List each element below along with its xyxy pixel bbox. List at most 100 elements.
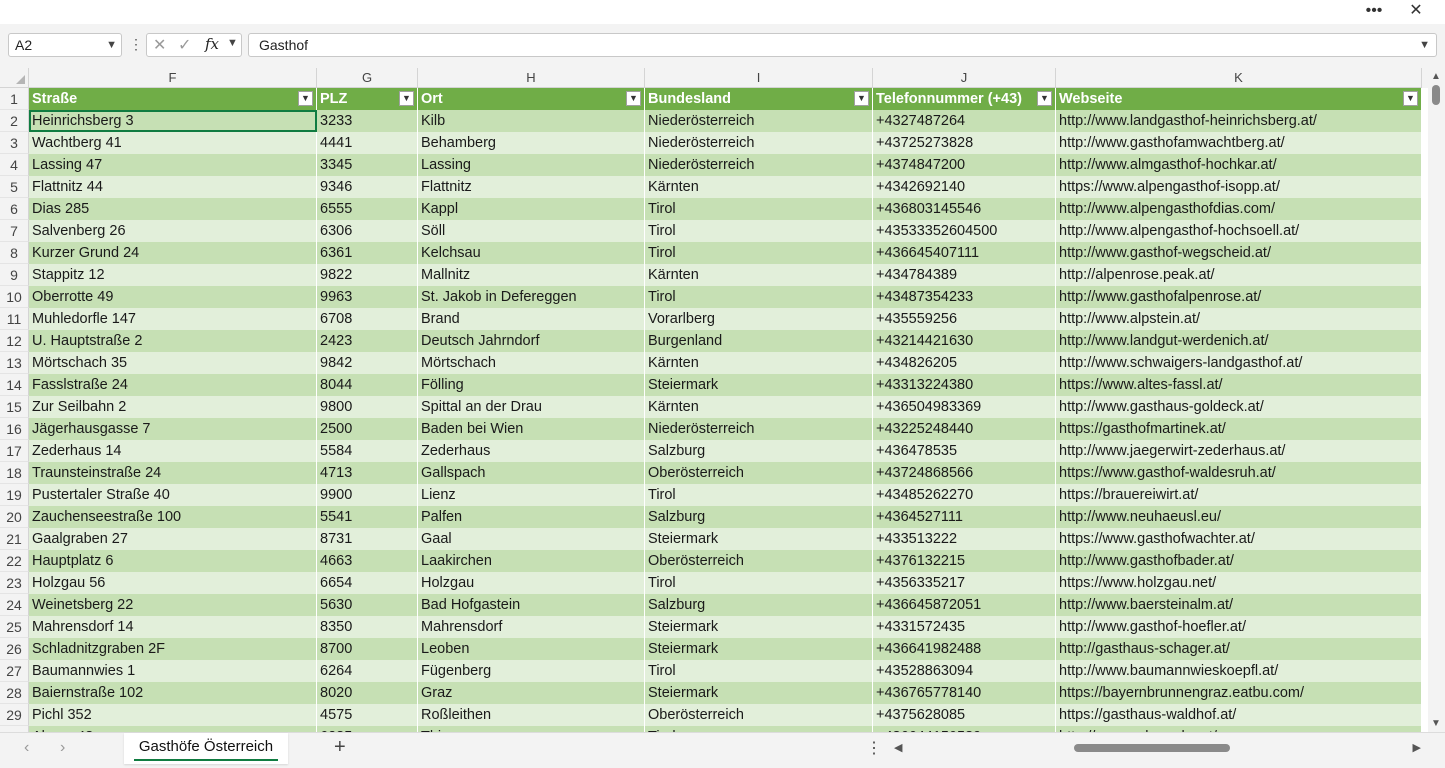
cell-plz[interactable]: 9800 bbox=[317, 396, 418, 418]
cell-telefon[interactable]: +43533352604500 bbox=[873, 220, 1056, 242]
cell-webseite[interactable]: http://www.gasthaus-goldeck.at/ bbox=[1056, 396, 1422, 418]
cell-strasse[interactable]: Hauptplatz 6 bbox=[29, 550, 317, 572]
cell-webseite[interactable]: http://alpenrose.peak.at/ bbox=[1056, 264, 1422, 286]
cell-strasse[interactable]: Oberrotte 49 bbox=[29, 286, 317, 308]
header-cell-webseite[interactable]: Webseite ▼ bbox=[1056, 88, 1422, 110]
cell-telefon[interactable]: +4376132215 bbox=[873, 550, 1056, 572]
row-header[interactable]: 12 bbox=[0, 330, 29, 352]
chevron-left-icon[interactable]: ‹ bbox=[24, 739, 29, 757]
cell-ort[interactable]: Gallspach bbox=[418, 462, 645, 484]
cell-telefon[interactable]: +43528863094 bbox=[873, 660, 1056, 682]
cell-webseite[interactable]: https://gasthaus-waldhof.at/ bbox=[1056, 704, 1422, 726]
cell-ort[interactable]: Mörtschach bbox=[418, 352, 645, 374]
cell-telefon[interactable]: +4375628085 bbox=[873, 704, 1056, 726]
cell-strasse[interactable]: Gaalgraben 27 bbox=[29, 528, 317, 550]
cell-webseite[interactable]: http://www.gasthof-wegscheid.at/ bbox=[1056, 242, 1422, 264]
cell-plz[interactable]: 9822 bbox=[317, 264, 418, 286]
cell-telefon[interactable]: +43725273828 bbox=[873, 132, 1056, 154]
cell-webseite[interactable]: https://www.holzgau.net/ bbox=[1056, 572, 1422, 594]
row-header[interactable]: 18 bbox=[0, 462, 29, 484]
cell-strasse[interactable]: Traunsteinstraße 24 bbox=[29, 462, 317, 484]
cell-webseite[interactable]: https://www.alpengasthof-isopp.at/ bbox=[1056, 176, 1422, 198]
header-cell-bundesland[interactable]: Bundesland ▼ bbox=[645, 88, 873, 110]
cell-plz[interactable]: 9963 bbox=[317, 286, 418, 308]
row-header[interactable]: 11 bbox=[0, 308, 29, 330]
cell-strasse[interactable]: Zur Seilbahn 2 bbox=[29, 396, 317, 418]
cell-plz[interactable]: 6654 bbox=[317, 572, 418, 594]
cell-webseite[interactable]: http://www.alpstein.at/ bbox=[1056, 308, 1422, 330]
cell-plz[interactable]: 6555 bbox=[317, 198, 418, 220]
header-cell-plz[interactable]: PLZ ▼ bbox=[317, 88, 418, 110]
cell-telefon[interactable]: +4356335217 bbox=[873, 572, 1056, 594]
cell-ort[interactable]: Baden bei Wien bbox=[418, 418, 645, 440]
cell-ort[interactable]: Roßleithen bbox=[418, 704, 645, 726]
cell-bundesland[interactable]: Niederösterreich bbox=[645, 154, 873, 176]
cell-bundesland[interactable]: Tirol bbox=[645, 484, 873, 506]
column-header-k[interactable]: K bbox=[1056, 68, 1422, 88]
row-header[interactable]: 22 bbox=[0, 550, 29, 572]
cell-strasse[interactable]: Muhledorfle 147 bbox=[29, 308, 317, 330]
add-sheet-icon[interactable]: + bbox=[334, 736, 346, 759]
cell-strasse[interactable]: Kurzer Grund 24 bbox=[29, 242, 317, 264]
row-header[interactable]: 5 bbox=[0, 176, 29, 198]
row-header[interactable]: 17 bbox=[0, 440, 29, 462]
header-cell-telefon[interactable]: Telefonnummer (+43) ▼ bbox=[873, 88, 1056, 110]
filter-dropdown-icon[interactable]: ▼ bbox=[399, 91, 414, 106]
cell-ort[interactable]: Graz bbox=[418, 682, 645, 704]
cell-telefon[interactable]: +436478535 bbox=[873, 440, 1056, 462]
cell-telefon[interactable]: +43724868566 bbox=[873, 462, 1056, 484]
column-header-g[interactable]: G bbox=[317, 68, 418, 88]
row-header[interactable]: 10 bbox=[0, 286, 29, 308]
cell-telefon[interactable]: +434784389 bbox=[873, 264, 1056, 286]
scroll-right-icon[interactable]: ▶ bbox=[1413, 741, 1421, 754]
row-header[interactable]: 20 bbox=[0, 506, 29, 528]
cell-telefon[interactable]: +434826205 bbox=[873, 352, 1056, 374]
row-header[interactable]: 27 bbox=[0, 660, 29, 682]
cell-strasse[interactable]: Baiernstraße 102 bbox=[29, 682, 317, 704]
scroll-thumb[interactable] bbox=[1432, 85, 1440, 105]
row-header[interactable]: 9 bbox=[0, 264, 29, 286]
cell-bundesland[interactable]: Oberösterreich bbox=[645, 704, 873, 726]
column-header-j[interactable]: J bbox=[873, 68, 1056, 88]
cell-bundesland[interactable]: Tirol bbox=[645, 198, 873, 220]
filter-dropdown-icon[interactable]: ▼ bbox=[626, 91, 641, 106]
cell-strasse[interactable]: Flattnitz 44 bbox=[29, 176, 317, 198]
cell-bundesland[interactable]: Oberösterreich bbox=[645, 550, 873, 572]
cell-webseite[interactable]: http://www.baersteinalm.at/ bbox=[1056, 594, 1422, 616]
sheet-tab-gasthoefe[interactable]: Gasthöfe Österreich bbox=[124, 733, 288, 764]
cell-plz[interactable]: 5541 bbox=[317, 506, 418, 528]
cell-bundesland[interactable]: Steiermark bbox=[645, 638, 873, 660]
cell-strasse[interactable]: Mahrensdorf 14 bbox=[29, 616, 317, 638]
cell-bundesland[interactable]: Steiermark bbox=[645, 682, 873, 704]
row-header[interactable]: 28 bbox=[0, 682, 29, 704]
column-header-h[interactable]: H bbox=[418, 68, 645, 88]
filter-dropdown-icon[interactable]: ▼ bbox=[854, 91, 869, 106]
cell-plz[interactable]: 9346 bbox=[317, 176, 418, 198]
cell-plz[interactable]: 5584 bbox=[317, 440, 418, 462]
cell-webseite[interactable]: http://www.landgut-werdenich.at/ bbox=[1056, 330, 1422, 352]
cell-plz[interactable]: 9900 bbox=[317, 484, 418, 506]
cell-bundesland[interactable]: Tirol bbox=[645, 242, 873, 264]
cell-webseite[interactable]: https://www.gasthofwachter.at/ bbox=[1056, 528, 1422, 550]
cell-webseite[interactable]: http://www.landgasthof-heinrichsberg.at/ bbox=[1056, 110, 1422, 132]
row-header[interactable]: 26 bbox=[0, 638, 29, 660]
cell-strasse[interactable]: Zauchenseestraße 100 bbox=[29, 506, 317, 528]
cell-ort[interactable]: Deutsch Jahrndorf bbox=[418, 330, 645, 352]
row-header[interactable]: 16 bbox=[0, 418, 29, 440]
cell-telefon[interactable]: +436803145546 bbox=[873, 198, 1056, 220]
cell-plz[interactable]: 8700 bbox=[317, 638, 418, 660]
cell-ort[interactable]: Bad Hofgastein bbox=[418, 594, 645, 616]
cell-bundesland[interactable]: Steiermark bbox=[645, 528, 873, 550]
cell-webseite[interactable]: http://www.gasthof-hoefler.at/ bbox=[1056, 616, 1422, 638]
cell-strasse[interactable]: Wachtberg 41 bbox=[29, 132, 317, 154]
cell-plz[interactable]: 6306 bbox=[317, 220, 418, 242]
cell-telefon[interactable]: +43485262270 bbox=[873, 484, 1056, 506]
cell-plz[interactable]: 5630 bbox=[317, 594, 418, 616]
cell-bundesland[interactable]: Kärnten bbox=[645, 176, 873, 198]
cell-ort[interactable]: Mahrensdorf bbox=[418, 616, 645, 638]
cell-bundesland[interactable]: Salzburg bbox=[645, 440, 873, 462]
row-header[interactable]: 25 bbox=[0, 616, 29, 638]
formula-input[interactable]: Gasthof ▼ bbox=[248, 33, 1437, 57]
cell-strasse[interactable]: Pichl 352 bbox=[29, 704, 317, 726]
cell-ort[interactable]: Kappl bbox=[418, 198, 645, 220]
